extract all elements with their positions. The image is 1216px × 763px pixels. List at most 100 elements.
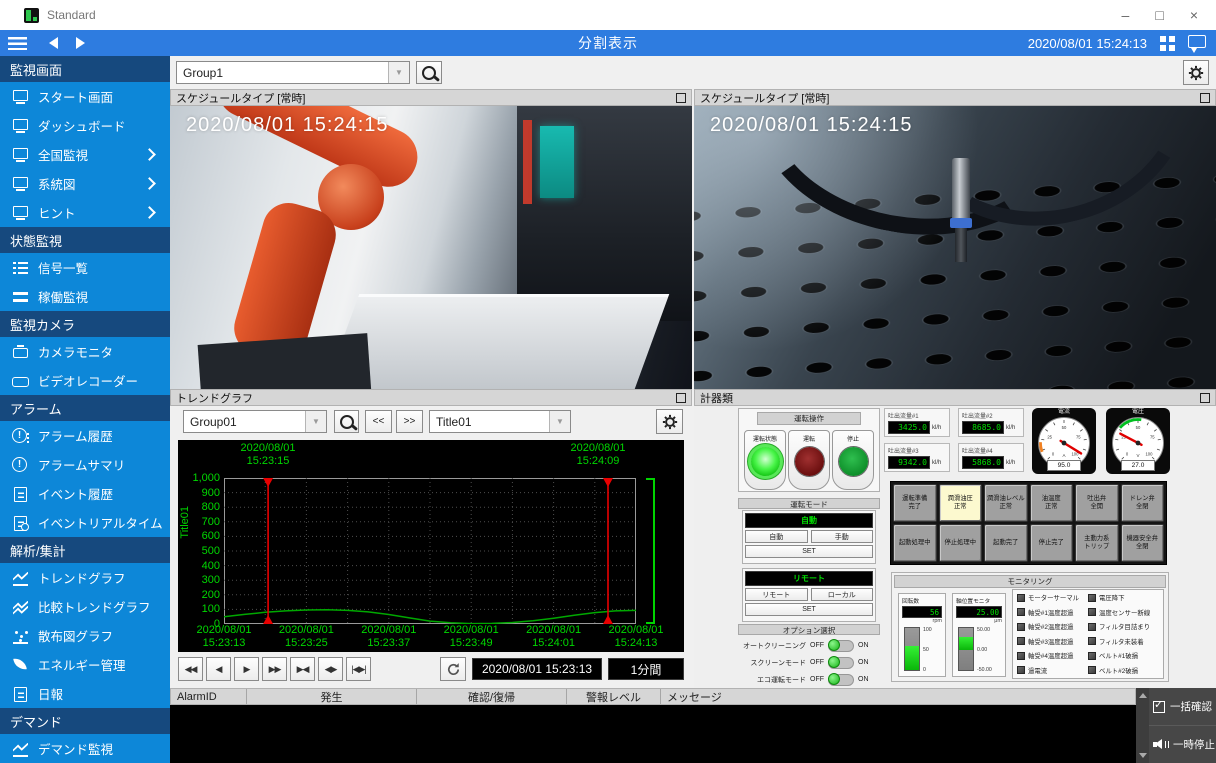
maximize-icon[interactable]: [676, 393, 686, 403]
chevron-down-icon[interactable]: ▼: [305, 411, 326, 432]
trend-time-display[interactable]: 2020/08/01 15:23:13: [472, 658, 602, 680]
chevron-down-icon[interactable]: ▼: [549, 411, 570, 432]
sidebar-item-label: 系統図: [38, 174, 76, 193]
toggle-switch[interactable]: [828, 640, 854, 652]
alarm-column-3[interactable]: 警報レベル: [567, 689, 661, 704]
lamp-light-icon: [839, 447, 868, 476]
sidebar-item-label: トレンドグラフ: [38, 568, 126, 587]
connector: [952, 158, 970, 224]
chevron-down-icon[interactable]: ▼: [388, 62, 409, 83]
playback-button-5[interactable]: ◀▶: [318, 657, 343, 681]
trend-search-button[interactable]: [334, 410, 359, 433]
group-select-value: Group1: [183, 66, 223, 80]
sidebar-item-2-1[interactable]: ビデオレコーダー: [0, 366, 170, 395]
sidebar-item-3-1[interactable]: アラームサマリ: [0, 450, 170, 479]
camera-right-video[interactable]: 2020/08/01 15:24:15: [694, 106, 1216, 389]
minimize-button[interactable]: –: [1122, 7, 1130, 23]
sidebar-item-label: 散布図グラフ: [38, 626, 113, 645]
maximize-button[interactable]: □: [1155, 7, 1163, 23]
trend-chart[interactable]: 2020/08/0115:23:15 2020/08/0115:24:09 Ti…: [178, 440, 684, 652]
monitor-popup-icon[interactable]: [1188, 35, 1206, 48]
lamp-2[interactable]: 停止: [832, 430, 874, 490]
sidebar-item-3-0[interactable]: アラーム履歴: [0, 421, 170, 450]
gauge-label: 電圧: [1106, 408, 1170, 416]
y-tick-label: 300: [178, 574, 220, 586]
playback-button-1[interactable]: ◀: [206, 657, 231, 681]
mode-button-0-0[interactable]: 自動: [745, 530, 808, 543]
trend-settings-button[interactable]: [656, 409, 683, 434]
alarm-column-2[interactable]: 確認/復帰: [417, 689, 567, 704]
sidebar-item-5-0[interactable]: デマンド監視: [0, 734, 170, 763]
maximize-icon[interactable]: [676, 93, 686, 103]
trend-title-select[interactable]: Title01 ▼: [429, 410, 571, 433]
sidebar-item-1-0[interactable]: 信号一覧: [0, 253, 170, 282]
sidebar-item-4-2[interactable]: 散布図グラフ: [0, 621, 170, 650]
sidebar-item-2-0[interactable]: カメラモニタ: [0, 337, 170, 366]
pause-button[interactable]: 一時停止: [1149, 726, 1216, 763]
indicator-5-0: 過電流: [1017, 666, 1088, 675]
sidebar: 監視画面スタート画面ダッシュボード全国監視系統図ヒント状態監視信号一覧稼働監視監…: [0, 56, 170, 763]
alarm-table-body[interactable]: [170, 705, 1136, 763]
scroll-down-icon[interactable]: [1139, 753, 1147, 758]
flow-unit: kl/h: [932, 460, 941, 466]
sidebar-item-0-0[interactable]: スタート画面: [0, 82, 170, 111]
ack-all-button[interactable]: 一括確認: [1149, 688, 1216, 726]
set-button-1[interactable]: SET: [745, 603, 873, 616]
alarm-column-4[interactable]: メッセージ: [661, 689, 1135, 704]
mode-button-1-0[interactable]: リモート: [745, 588, 808, 601]
off-label: OFF: [810, 676, 824, 683]
toggle-switch[interactable]: [828, 657, 854, 669]
playback-button-4[interactable]: ▶◀: [290, 657, 315, 681]
trend-group-select[interactable]: Group01 ▼: [183, 410, 327, 433]
trend-interval-display[interactable]: 1分間: [608, 658, 684, 680]
alarm-column-0[interactable]: AlarmID: [171, 689, 247, 704]
status-tile-0-0: 運転準備完了: [893, 484, 937, 522]
mode-button-1-1[interactable]: ローカル: [811, 588, 874, 601]
settings-button[interactable]: [1183, 60, 1209, 85]
sidebar-item-4-4[interactable]: 日報: [0, 679, 170, 708]
sidebar-item-3-3[interactable]: イベントリアルタイム: [0, 508, 170, 537]
camera-left-video[interactable]: 2020/08/01 15:24:15: [170, 106, 692, 389]
sidebar-item-label: スタート画面: [38, 87, 113, 106]
sidebar-item-0-1[interactable]: ダッシュボード: [0, 111, 170, 140]
lamp-0[interactable]: 運転状態: [744, 430, 786, 490]
sidebar-item-4-1[interactable]: 比較トレンドグラフ: [0, 592, 170, 621]
led-icon: [1088, 652, 1096, 660]
sidebar-item-4-0[interactable]: トレンドグラフ: [0, 563, 170, 592]
sidebar-item-0-4[interactable]: ヒント: [0, 198, 170, 227]
camera-right-timestamp: 2020/08/01 15:24:15: [710, 114, 913, 137]
x-tick-label: 2020/08/0115:23:13: [196, 624, 251, 650]
sidebar-item-0-2[interactable]: 全国監視: [0, 140, 170, 169]
meter-bar: [958, 627, 974, 671]
mode-display-1: リモート: [745, 571, 873, 586]
lamp-1[interactable]: 運転: [788, 430, 830, 490]
indicator-label: 軸受#4温度超過: [1028, 651, 1073, 660]
sidebar-item-3-2[interactable]: イベント履歴: [0, 479, 170, 508]
trend-next-button[interactable]: >>: [396, 410, 423, 433]
scrollbar[interactable]: [1136, 688, 1149, 763]
playback-button-3[interactable]: ▶▶: [262, 657, 287, 681]
search-button[interactable]: [416, 61, 442, 84]
trend-prev-button[interactable]: <<: [365, 410, 392, 433]
playback-button-0[interactable]: ◀◀: [178, 657, 203, 681]
maximize-icon[interactable]: [1200, 93, 1210, 103]
mode-button-0-1[interactable]: 手動: [811, 530, 874, 543]
playback-button-6[interactable]: |◀▶|: [346, 657, 371, 681]
sidebar-section-header-1: 状態監視: [0, 227, 170, 253]
sidebar-item-0-3[interactable]: 系統図: [0, 169, 170, 198]
options-header: オプション選択: [738, 624, 880, 635]
sidebar-item-label: イベントリアルタイム: [38, 513, 163, 532]
close-button[interactable]: ×: [1190, 7, 1198, 23]
refresh-button[interactable]: [440, 657, 466, 681]
indicator-label: フィルタ目詰まり: [1099, 622, 1150, 631]
sidebar-item-1-1[interactable]: 稼働監視: [0, 282, 170, 311]
set-button-0[interactable]: SET: [745, 545, 873, 558]
toggle-switch[interactable]: [828, 674, 854, 686]
connector-ring: [950, 218, 972, 228]
maximize-icon[interactable]: [1200, 393, 1210, 403]
alarm-column-1[interactable]: 発生: [247, 689, 417, 704]
playback-button-2[interactable]: ▶: [234, 657, 259, 681]
group-select[interactable]: Group1 ▼: [176, 61, 410, 84]
scroll-up-icon[interactable]: [1139, 693, 1147, 698]
sidebar-item-4-3[interactable]: エネルギー管理: [0, 650, 170, 679]
